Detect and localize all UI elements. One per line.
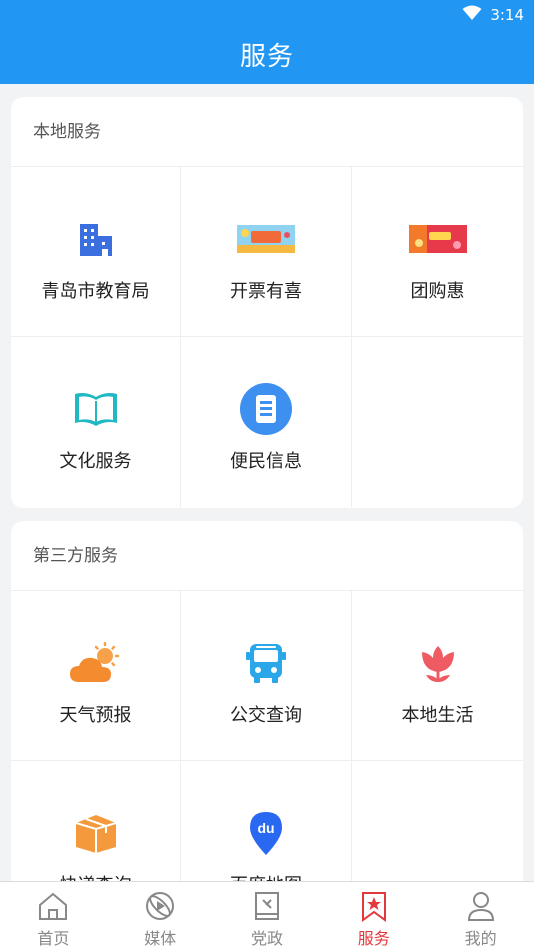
service-bus[interactable]: 公交查询 [181, 591, 352, 761]
wifi-icon [462, 5, 482, 25]
service-local-life[interactable]: 本地生活 [352, 591, 523, 761]
banner-image [236, 209, 296, 269]
book-icon [66, 379, 126, 439]
package-icon [66, 803, 126, 863]
service-convenience-info[interactable]: 便民信息 [181, 337, 352, 507]
third-party-services-card: 第三方服务 天气预报 公交查询 本地生活 du [11, 521, 523, 881]
building-icon [66, 209, 126, 269]
bookmark-star-icon [361, 892, 386, 922]
tab-media[interactable]: 媒体 [107, 882, 214, 949]
home-icon [39, 892, 68, 920]
service-invoice-lucky[interactable]: 开票有喜 [181, 167, 352, 337]
flower-icon [408, 633, 468, 693]
map-pin-icon: du [236, 803, 296, 863]
empty-cell [352, 337, 523, 507]
status-time: 3:14 [490, 6, 524, 24]
service-qingdao-education[interactable]: 青岛市教育局 [11, 167, 181, 337]
service-express[interactable]: 快递查询 [11, 761, 181, 881]
bottom-tab-bar: 首页 媒体 党政 服务 我的 [0, 881, 534, 949]
local-services-card: 本地服务 青岛市教育局 开票有喜 团购惠 文化服务 便民信息 [11, 97, 523, 508]
document-icon [236, 379, 296, 439]
tab-service[interactable]: 服务 [320, 882, 427, 949]
banner-image [408, 209, 468, 269]
user-icon [467, 892, 494, 921]
media-icon [146, 892, 175, 920]
service-weather[interactable]: 天气预报 [11, 591, 181, 761]
service-group-buy[interactable]: 团购惠 [352, 167, 523, 337]
section-title-local: 本地服务 [11, 97, 523, 167]
empty-cell [352, 761, 523, 881]
tab-mine[interactable]: 我的 [427, 882, 534, 949]
page-title: 服务 [239, 42, 294, 72]
book-icon [254, 892, 279, 920]
section-title-third-party: 第三方服务 [11, 521, 523, 591]
tab-party[interactable]: 党政 [214, 882, 321, 949]
service-culture[interactable]: 文化服务 [11, 337, 181, 507]
bus-icon [236, 633, 296, 693]
service-baidu-map[interactable]: du 百度地图 [181, 761, 352, 881]
weather-icon [66, 633, 126, 693]
tab-home[interactable]: 首页 [0, 882, 107, 949]
header-bar: 3:14 服务 [0, 0, 534, 84]
status-bar: 3:14 [462, 5, 524, 25]
svg-text:du: du [257, 820, 274, 836]
